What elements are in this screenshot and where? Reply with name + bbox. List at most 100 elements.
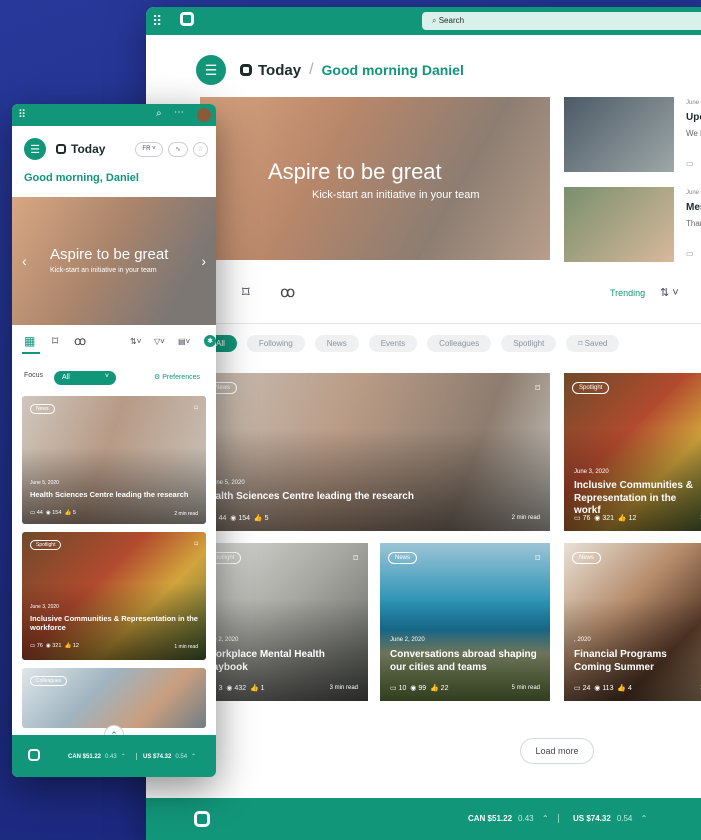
side-card-subtitle: We l — [686, 129, 701, 138]
side-card-date: June — [686, 190, 700, 196]
focus-label: Focus — [24, 372, 44, 379]
read-time: 2 min read — [511, 515, 540, 521]
card-date: June 3, 2020 — [30, 604, 59, 610]
up-arrow-icon: ⌃ — [120, 754, 126, 760]
next-arrow-icon[interactable]: › — [201, 253, 206, 269]
card-stats: ▭ 44 ◉ 154 👍 5 — [210, 515, 269, 522]
like-count: 1 — [260, 685, 265, 692]
trending-sort[interactable]: Trending — [610, 288, 645, 298]
chip-saved-label: Saved — [584, 339, 608, 348]
card-tag: Spotlight — [572, 382, 610, 394]
language-select[interactable]: FR ˅ — [135, 141, 163, 157]
brand-logo-icon[interactable] — [180, 12, 194, 26]
side-card-date: June — [686, 100, 700, 106]
like-count: 5 — [72, 510, 76, 516]
side-card[interactable]: June Upc We l ▭ — [564, 97, 701, 172]
card-title: Conversations abroad shaping our cities … — [390, 649, 537, 673]
card-title: Vorkplace Mental Health laybook — [210, 649, 325, 673]
ticker-change: 0.43 — [105, 754, 117, 760]
chip-colleagues[interactable]: Colleagues — [427, 335, 492, 352]
hero-banner[interactable]: Aspire to be great Kick-start an initiat… — [200, 97, 550, 260]
view-count: 432 — [234, 685, 247, 692]
news-card[interactable]: Colleagues — [22, 668, 206, 728]
card-tag: News — [572, 552, 602, 564]
star-icon[interactable]: ☆ — [193, 141, 208, 157]
prev-arrow-icon[interactable]: ‹ — [22, 253, 27, 269]
search-input[interactable]: ⌕ Search — [422, 12, 701, 30]
app-grid-icon[interactable]: ⠿ — [152, 13, 162, 30]
news-card[interactable]: News , 2020 Financial Programs Coming Su… — [564, 543, 701, 701]
bookmark-icon[interactable]: ⌑ — [535, 383, 540, 394]
filter-icon[interactable]: ▽˅ — [154, 337, 165, 346]
card-stats: ▭ 44 ◉ 154 👍 5 — [30, 510, 76, 516]
card-title: Inclusive Communities & Representation i… — [30, 614, 198, 633]
card-title: Financial Programs Coming Summer — [574, 649, 667, 673]
hamburger-icon: ☰ — [204, 61, 218, 78]
news-card[interactable]: potlight ⌑ ne 2, 2020 Vorkplace Mental H… — [200, 543, 368, 701]
focus-select[interactable]: All ˅ — [54, 371, 116, 385]
desktop-window: ⠿ ⌕ Search ☰ Today / Good morning Daniel… — [146, 7, 701, 840]
sort-icon[interactable]: ⇅˅ — [130, 337, 141, 346]
ticker-label: CAN $51.22 — [68, 754, 102, 760]
chip-following[interactable]: Following — [246, 335, 305, 352]
more-icon[interactable]: ⋯ — [174, 107, 184, 118]
like-count: 12 — [72, 643, 79, 649]
news-card[interactable]: Spotlight ⌑ June 3, 2020 Inclusive Commu… — [22, 532, 206, 660]
side-card-image — [564, 187, 674, 262]
activity-icon[interactable]: ∿ — [168, 141, 188, 157]
chip-news[interactable]: News — [314, 335, 359, 352]
menu-button[interactable]: ☰ — [196, 55, 226, 85]
feed-icon[interactable]: ▦ — [24, 334, 35, 348]
card-tag: News — [388, 552, 418, 564]
sort-icon[interactable]: ⇅ ˅ — [660, 286, 679, 299]
menu-button[interactable]: ☰ — [24, 138, 46, 160]
chip-events[interactable]: Events — [368, 335, 418, 352]
bookmark-icon[interactable]: ⌑ — [535, 553, 540, 564]
search-icon[interactable]: ⌕ — [156, 108, 162, 119]
news-card[interactable]: News ⌑ June 5, 2020 Health Sciences Cent… — [22, 396, 206, 524]
ticker-label: US $74.32 — [573, 814, 611, 823]
chip-saved[interactable]: ⌑ Saved — [566, 335, 620, 352]
glasses-icon[interactable]: ꝏ — [74, 334, 86, 348]
card-title: Health Sciences Centre leading the resea… — [30, 490, 189, 499]
comment-icon: ▭ — [686, 159, 694, 168]
page-title: Today — [258, 61, 302, 79]
news-card[interactable]: News ⌑ June 2, 2020 Conversations abroad… — [380, 543, 550, 701]
today-logo-icon — [240, 64, 252, 76]
title-separator: / — [309, 61, 314, 78]
avatar[interactable] — [197, 108, 211, 122]
news-card[interactable]: News ⌑ June 5, 2020 ealth Sciences Centr… — [200, 373, 550, 531]
settings-icon[interactable]: ✱ — [204, 335, 216, 347]
feed-toolbar: ▯ ⌑ ꝏ Trending ⇅ ˅ — [200, 283, 701, 307]
footer-logo-icon[interactable] — [28, 749, 40, 761]
preferences-link[interactable]: ⚙ Preferences — [154, 373, 200, 381]
bookmark-tab-icon[interactable]: ⌑ — [52, 334, 58, 348]
bookmark-icon[interactable]: ⌑ — [353, 553, 358, 564]
bookmark-icon[interactable]: ⌑ — [194, 404, 198, 412]
chip-spotlight[interactable]: Spotlight — [501, 335, 557, 352]
comment-count: 10 — [398, 685, 407, 692]
comment-icon: ▭ — [686, 249, 694, 258]
bookmark-icon[interactable]: ⌑ — [194, 540, 198, 548]
calendar-icon[interactable]: ▤˅ — [178, 337, 190, 346]
bookmark-tab-icon[interactable]: ⌑ — [242, 283, 250, 301]
card-stats: ▭ 10 ◉ 99 👍 22 — [390, 685, 449, 692]
card-tag: Colleagues — [30, 676, 68, 686]
app-grid-icon[interactable]: ⠿ — [18, 108, 26, 121]
footer-logo-icon[interactable] — [194, 811, 210, 827]
side-card[interactable]: June Mes Thar ▭ — [564, 187, 701, 262]
news-card[interactable]: Spotlight June 3, 2020 Inclusive Communi… — [564, 373, 701, 531]
preferences-label: Preferences — [162, 374, 200, 381]
language-value: FR — [142, 146, 151, 152]
load-more-button[interactable]: Load more — [520, 738, 594, 764]
page-title: Today — [71, 142, 106, 156]
comment-count: 44 — [36, 510, 43, 516]
ticker-change: 0.54 — [175, 754, 188, 760]
glasses-icon[interactable]: ꝏ — [280, 283, 295, 301]
card-shade — [22, 396, 206, 524]
side-card-title: Upc — [686, 112, 701, 123]
ticker-change: 0.54 — [616, 814, 633, 823]
hero-banner[interactable]: ‹ Aspire to be great Kick-start an initi… — [12, 197, 216, 325]
ticker-us: US $74.32 0.54 ⌃ — [136, 753, 196, 760]
mobile-header: ☰ Today FR ˅ ∿ ☆ — [24, 138, 208, 160]
